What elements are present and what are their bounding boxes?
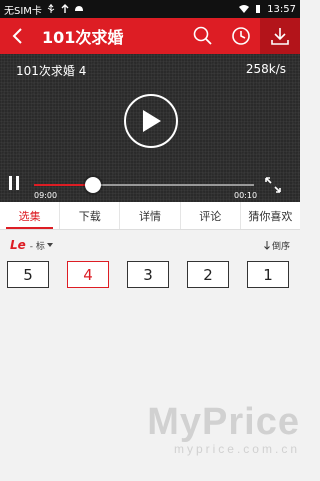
tab-episodes[interactable]: 选集 bbox=[0, 202, 61, 229]
history-icon bbox=[232, 27, 250, 45]
carrier-label: 无SIM卡 bbox=[4, 5, 42, 17]
back-button[interactable] bbox=[0, 18, 36, 54]
quality-selector[interactable]: - 标 bbox=[30, 239, 53, 252]
sort-label: 倒序 bbox=[271, 241, 290, 252]
upload-arrow-icon bbox=[61, 4, 69, 13]
episode-grid: 5 4 3 2 1 bbox=[7, 261, 297, 288]
le-logo: Le bbox=[10, 238, 26, 252]
episodes-header: Le - 标 倒序 bbox=[0, 236, 300, 254]
download-icon bbox=[271, 28, 289, 45]
total-time: 00:10 bbox=[234, 191, 258, 200]
quality-label: - 标 bbox=[29, 241, 45, 252]
tab-download[interactable]: 下载 bbox=[60, 202, 121, 229]
usb-icon bbox=[47, 4, 55, 13]
search-icon bbox=[193, 26, 212, 45]
watermark: MyPrice myprice.com.cn bbox=[120, 402, 300, 456]
back-icon bbox=[12, 28, 22, 44]
current-time: 09:00 bbox=[34, 191, 58, 200]
download-button[interactable] bbox=[260, 18, 300, 54]
search-button[interactable] bbox=[184, 18, 222, 54]
episode-button[interactable]: 4 bbox=[67, 261, 109, 288]
page-title: 101次求婚 bbox=[42, 28, 124, 47]
wifi-icon bbox=[239, 5, 250, 13]
sort-icon bbox=[264, 240, 270, 250]
episode-button[interactable]: 1 bbox=[247, 261, 289, 288]
episode-button[interactable]: 3 bbox=[127, 261, 169, 288]
tab-recommend[interactable]: 猜你喜欢 bbox=[241, 202, 300, 229]
pause-button[interactable] bbox=[9, 176, 23, 190]
progress-track[interactable] bbox=[34, 184, 254, 186]
tab-comments[interactable]: 评论 bbox=[181, 202, 241, 229]
tab-details[interactable]: 详情 bbox=[120, 202, 181, 229]
play-icon bbox=[143, 110, 161, 132]
episode-button[interactable]: 2 bbox=[187, 261, 229, 288]
clock-label: 13:57 bbox=[267, 3, 296, 15]
history-button[interactable] bbox=[222, 18, 260, 54]
video-player[interactable]: 101次求婚 4 258k/s 09:00 00:10 bbox=[0, 54, 300, 202]
pause-icon-bar bbox=[16, 176, 19, 190]
video-title: 101次求婚 4 bbox=[16, 64, 87, 78]
android-icon bbox=[74, 6, 83, 11]
sort-button[interactable]: 倒序 bbox=[264, 239, 290, 252]
watermark-url: myprice.com.cn bbox=[173, 442, 300, 456]
tab-bar: 选集 下载 详情 评论 猜你喜欢 bbox=[0, 202, 300, 230]
battery-icon bbox=[256, 5, 261, 13]
watermark-logo: MyPrice bbox=[147, 401, 300, 443]
play-button[interactable] bbox=[124, 94, 178, 148]
pause-icon bbox=[9, 176, 12, 190]
download-speed: 258k/s bbox=[245, 62, 286, 76]
episode-button[interactable]: 5 bbox=[7, 261, 49, 288]
dropdown-icon bbox=[46, 242, 53, 247]
title-bar: 101次求婚 bbox=[0, 18, 300, 54]
fullscreen-icon[interactable] bbox=[264, 176, 282, 194]
status-bar: 无SIM卡 13:57 bbox=[0, 0, 300, 18]
